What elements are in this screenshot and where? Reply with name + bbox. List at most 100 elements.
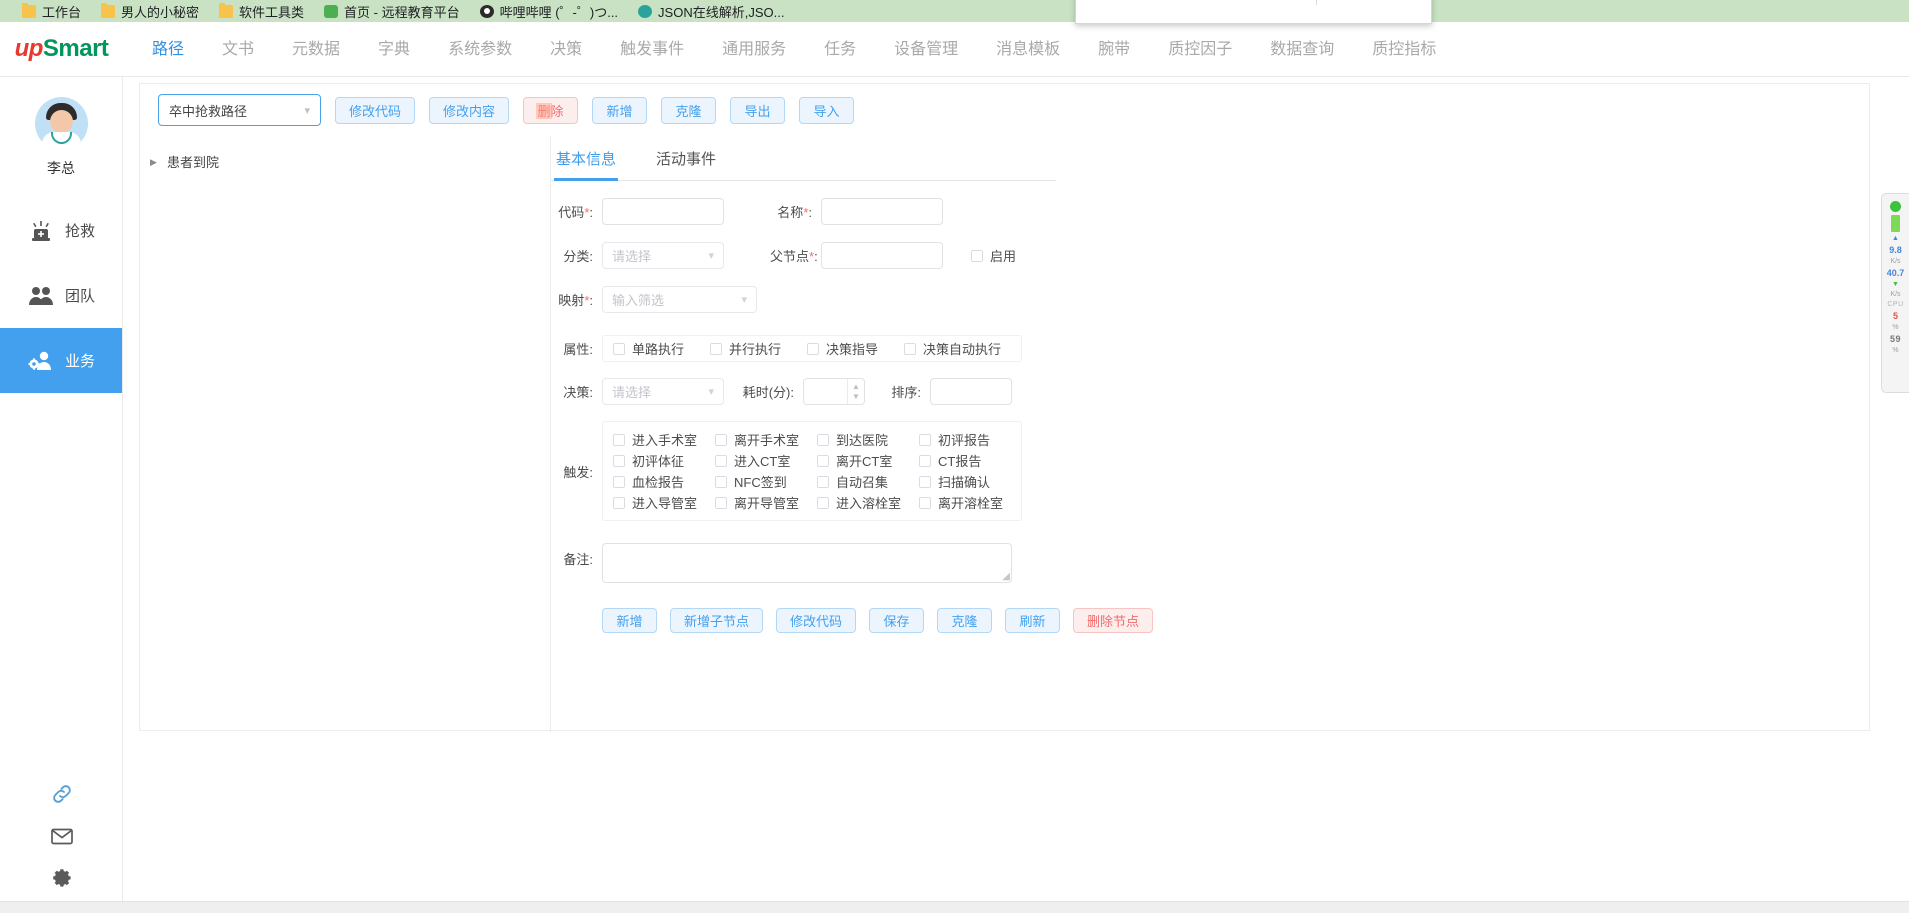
- trigger-option[interactable]: 自动召集: [817, 472, 919, 491]
- nav-item-wandai[interactable]: 腕带: [1079, 22, 1149, 77]
- code-input[interactable]: [602, 198, 724, 225]
- attribute-option-decision-auto[interactable]: 决策自动执行: [904, 339, 1001, 358]
- trigger-option[interactable]: CT报告: [919, 451, 1021, 470]
- checkbox[interactable]: [613, 433, 625, 446]
- bookmark-item[interactable]: 哔哩哔哩 (゜-゜)つ...: [479, 2, 618, 21]
- checkbox[interactable]: [715, 475, 727, 488]
- checkbox[interactable]: [919, 496, 931, 509]
- nav-item-lujing[interactable]: 路径: [133, 22, 203, 77]
- nav-item-xiaoximoban[interactable]: 消息模板: [977, 22, 1079, 77]
- name-input[interactable]: [821, 198, 943, 225]
- stepper-up-icon[interactable]: ▲: [852, 382, 860, 392]
- nav-item-xitongcanshu[interactable]: 系统参数: [429, 22, 531, 77]
- nav-item-wenshu[interactable]: 文书: [203, 22, 273, 77]
- form-add-child-node-button[interactable]: 新增子节点: [670, 608, 764, 633]
- path-select[interactable]: 卒中抢救路径 ▾: [158, 94, 321, 126]
- find-input[interactable]: [1076, 0, 1316, 23]
- bookmark-item[interactable]: JSON在线解析,JSO...: [638, 2, 784, 21]
- trigger-option[interactable]: 离开CT室: [817, 451, 919, 470]
- trigger-option[interactable]: 进入溶栓室: [817, 493, 919, 512]
- trigger-option[interactable]: 进入导管室: [613, 493, 715, 512]
- trigger-option[interactable]: NFC签到: [715, 472, 817, 491]
- trigger-option[interactable]: 初评体征: [613, 451, 715, 470]
- enabled-checkbox[interactable]: [971, 249, 983, 262]
- checkbox[interactable]: [715, 433, 727, 446]
- import-button[interactable]: 导入: [799, 96, 855, 124]
- checkbox[interactable]: [919, 454, 931, 467]
- trigger-option[interactable]: 离开导管室: [715, 493, 817, 512]
- attribute-option-parallel[interactable]: 并行执行: [710, 339, 781, 358]
- form-save-button[interactable]: 保存: [869, 608, 925, 633]
- checkbox[interactable]: [817, 496, 829, 509]
- nav-item-juece[interactable]: 决策: [531, 22, 601, 77]
- checkbox[interactable]: [715, 454, 727, 467]
- checkbox[interactable]: [817, 454, 829, 467]
- checkbox[interactable]: [613, 496, 625, 509]
- form-refresh-button[interactable]: 刷新: [1005, 608, 1061, 633]
- trigger-option[interactable]: 初评报告: [919, 430, 1021, 449]
- mapping-select[interactable]: 输入筛选 ▾: [602, 286, 757, 313]
- form-delete-node-button[interactable]: 删除节点: [1073, 608, 1154, 633]
- checkbox[interactable]: [817, 433, 829, 446]
- trigger-option[interactable]: 到达医院: [817, 430, 919, 449]
- checkbox[interactable]: [710, 342, 723, 355]
- nav-item-zhikongyinzi[interactable]: 质控因子: [1149, 22, 1251, 77]
- checkbox[interactable]: [613, 475, 625, 488]
- trigger-option[interactable]: 进入CT室: [715, 451, 817, 470]
- tree-node[interactable]: ▶ 患者到院: [150, 150, 550, 173]
- checkbox[interactable]: [715, 496, 727, 509]
- duration-stepper[interactable]: ▲ ▼: [803, 378, 865, 405]
- checkbox[interactable]: [817, 475, 829, 488]
- checkbox[interactable]: [807, 342, 820, 355]
- delete-button[interactable]: 删除: [523, 96, 579, 124]
- checkbox[interactable]: [919, 475, 931, 488]
- trigger-option[interactable]: 扫描确认: [919, 472, 1021, 491]
- tab-basic-info[interactable]: 基本信息: [554, 136, 619, 181]
- trigger-option[interactable]: 进入手术室: [613, 430, 715, 449]
- attribute-option-decision-guide[interactable]: 决策指导: [807, 339, 878, 358]
- decision-select[interactable]: 请选择 ▾: [602, 378, 724, 405]
- parent-node-input[interactable]: [821, 242, 943, 269]
- sort-input[interactable]: [930, 378, 1012, 405]
- chevron-right-icon[interactable]: ▶: [150, 157, 160, 167]
- trigger-option[interactable]: 离开手术室: [715, 430, 817, 449]
- stepper-down-icon[interactable]: ▼: [852, 392, 860, 402]
- resize-grip-icon[interactable]: ◢: [1002, 571, 1010, 582]
- checkbox[interactable]: [613, 342, 625, 355]
- attribute-option-single-path[interactable]: 单路执行: [613, 339, 684, 358]
- gear-icon[interactable]: [0, 857, 123, 899]
- trigger-option[interactable]: 血检报告: [613, 472, 715, 491]
- find-next-button[interactable]: ∨: [1353, 0, 1389, 9]
- form-clone-button[interactable]: 克隆: [937, 608, 993, 633]
- sidebar-item-tuandui[interactable]: 团队: [0, 263, 122, 328]
- checkbox[interactable]: [919, 433, 931, 446]
- link-icon[interactable]: [0, 773, 123, 815]
- find-previous-button[interactable]: ∧: [1317, 0, 1353, 9]
- nav-item-tongyongfuwu[interactable]: 通用服务: [703, 22, 805, 77]
- nav-item-yuanshuju[interactable]: 元数据: [273, 22, 359, 77]
- sidebar-item-qiangjiu[interactable]: 抢救: [0, 198, 122, 263]
- enabled-checkbox-row[interactable]: 启用: [971, 246, 1016, 265]
- nav-item-zidian[interactable]: 字典: [359, 22, 429, 77]
- tab-activity-events[interactable]: 活动事件: [654, 136, 718, 180]
- trigger-option[interactable]: 离开溶栓室: [919, 493, 1021, 512]
- mail-icon[interactable]: [0, 815, 123, 857]
- nav-item-zhikongzhibiao[interactable]: 质控指标: [1353, 22, 1455, 77]
- export-button[interactable]: 导出: [730, 96, 786, 124]
- bookmark-item[interactable]: 男人的小秘密: [101, 2, 199, 21]
- edit-code-button[interactable]: 修改代码: [335, 96, 416, 124]
- nav-item-shujuchaxun[interactable]: 数据查询: [1251, 22, 1353, 77]
- bookmark-item[interactable]: 首页 - 远程教育平台: [324, 2, 460, 21]
- stepper-arrows[interactable]: ▲ ▼: [847, 379, 864, 404]
- add-button[interactable]: 新增: [592, 96, 648, 124]
- category-select[interactable]: 请选择 ▾: [602, 242, 724, 269]
- clone-button[interactable]: 克隆: [661, 96, 717, 124]
- remark-textarea[interactable]: [603, 544, 1011, 582]
- form-edit-code-button[interactable]: 修改代码: [776, 608, 857, 633]
- avatar[interactable]: [34, 97, 88, 150]
- checkbox[interactable]: [613, 454, 625, 467]
- nav-item-shebeiguanli[interactable]: 设备管理: [875, 22, 977, 77]
- nav-item-renwu[interactable]: 任务: [805, 22, 875, 77]
- sidebar-item-yewu[interactable]: 业务: [0, 328, 122, 393]
- performance-widget[interactable]: ▲ 9.8 K/s 40.7 ▼ K/s CPU 5 % 59 %: [1881, 193, 1909, 393]
